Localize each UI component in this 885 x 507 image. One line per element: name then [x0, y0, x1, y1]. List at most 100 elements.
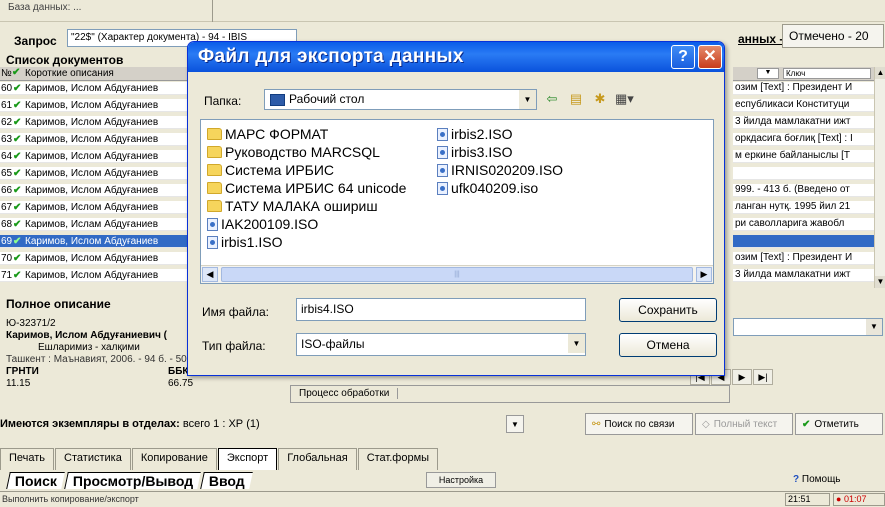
folder-select[interactable]: Рабочий стол ▼: [264, 89, 537, 110]
tab-input[interactable]: Ввод: [200, 471, 253, 489]
table-row-extra[interactable]: [733, 235, 874, 248]
file-item[interactable]: IAK200109.ISO: [207, 216, 318, 232]
check-icon[interactable]: ✔: [13, 202, 25, 213]
table-row[interactable]: 68 ✔ Каримов, Ислам Абдуғаниев: [0, 218, 190, 231]
bbk-value: 66.75: [168, 378, 194, 389]
chevron-down-icon[interactable]: ▼: [506, 415, 524, 433]
table-row-extra[interactable]: [733, 167, 874, 180]
tab-stat-forms[interactable]: Стат.формы: [357, 448, 439, 470]
tab-print[interactable]: Печать: [0, 448, 55, 470]
row-description: Каримов, Ислом Абдуғаниев: [25, 269, 159, 281]
key-field[interactable]: Ключ: [783, 68, 871, 79]
save-button[interactable]: Сохранить: [619, 298, 717, 322]
row-description: Каримов, Ислом Абдуғаниев: [25, 201, 159, 213]
status-time: 21:51: [785, 493, 830, 506]
format-select[interactable]: ▼: [733, 318, 883, 336]
scroll-down-icon[interactable]: ▼: [875, 276, 885, 288]
folder-item[interactable]: МАРС ФОРМАТ: [207, 126, 328, 142]
table-row-extra[interactable]: 3 йилда мамлакатни ижт: [733, 269, 874, 282]
table-row-extra[interactable]: озим [Text] : Президент И: [733, 82, 874, 95]
scroll-thumb[interactable]: |||: [221, 267, 693, 282]
table-row[interactable]: 66 ✔ Каримов, Ислом Абдуғаниев: [0, 184, 190, 197]
table-row[interactable]: 65 ✔ Каримов, Ислом Абдуғаниев: [0, 167, 190, 180]
table-row-extra[interactable]: озим [Text] : Президент И: [733, 252, 874, 265]
close-icon[interactable]: ✕: [698, 45, 722, 69]
table-row-extra[interactable]: ланган нутқ. 1995 йил 21: [733, 201, 874, 214]
chevron-down-icon[interactable]: ▼: [866, 319, 882, 335]
check-icon[interactable]: ✔: [13, 219, 25, 230]
table-row[interactable]: 63 ✔ Каримов, Ислом Абдуғаниев: [0, 133, 190, 146]
view-menu-icon[interactable]: ▦▾: [615, 90, 634, 108]
scroll-right-icon[interactable]: ▶: [696, 267, 712, 282]
folder-item[interactable]: ТАТУ МАЛАКА ошириш: [207, 198, 378, 214]
tab-view-output[interactable]: Просмотр/Вывод: [64, 471, 202, 489]
folder-icon: [207, 164, 222, 176]
last-record-icon[interactable]: ▶|: [753, 369, 773, 385]
help-icon[interactable]: ?: [671, 45, 695, 69]
check-icon[interactable]: ✔: [13, 270, 25, 281]
check-icon[interactable]: ✔: [13, 236, 25, 247]
up-folder-icon[interactable]: ▤: [567, 90, 585, 108]
table-row-extra[interactable]: м еркине байланыслы [Т: [733, 150, 874, 163]
dialog-titlebar[interactable]: Файл для экспорта данных ? ✕: [188, 42, 724, 72]
search-link-button[interactable]: ⚯ Поиск по связи: [585, 413, 693, 435]
row-description: Каримов, Ислом Абдуғаниев: [25, 150, 159, 162]
tab-global[interactable]: Глобальная: [278, 448, 357, 470]
check-icon[interactable]: ✔: [13, 117, 25, 128]
folder-item[interactable]: Система ИРБИС 64 unicode: [207, 180, 406, 196]
list-scrollbar[interactable]: ▲ ▼: [874, 67, 885, 288]
check-icon[interactable]: ✔: [13, 100, 25, 111]
table-row-extra[interactable]: ри саволларига жавобл: [733, 218, 874, 231]
table-row[interactable]: 60 ✔ Каримов, Ислом Абдуғаниев: [0, 82, 190, 95]
back-icon[interactable]: ⇦: [543, 90, 561, 108]
file-icon: [437, 127, 448, 141]
table-row-extra[interactable]: оркдасига боғлиқ [Text] : I: [733, 133, 874, 146]
table-row-extra[interactable]: 999. - 413 б. (Введено от: [733, 184, 874, 197]
folder-item[interactable]: Руководство MARCSQL: [207, 144, 380, 160]
table-row[interactable]: 62 ✔ Каримов, Ислом Абдуғаниев: [0, 116, 190, 129]
table-row-extra[interactable]: 3 йилда мамлакатни ижт: [733, 116, 874, 129]
table-row[interactable]: 64 ✔ Каримов, Ислом Абдуғаниев: [0, 150, 190, 163]
table-row[interactable]: 71 ✔ Каримов, Ислом Абдуғаниев: [0, 269, 190, 282]
scroll-up-icon[interactable]: ▲: [875, 67, 885, 79]
chevron-down-icon[interactable]: ▼: [519, 90, 536, 109]
check-icon[interactable]: ✔: [13, 168, 25, 179]
check-icon[interactable]: ✔: [13, 253, 25, 264]
table-row[interactable]: 61 ✔ Каримов, Ислом Абдуғаниев: [0, 99, 190, 112]
check-icon[interactable]: ✔: [13, 134, 25, 145]
check-icon[interactable]: ✔: [13, 83, 25, 94]
table-row[interactable]: 70 ✔ Каримов, Ислом Абдуғаниев: [0, 252, 190, 265]
mark-button[interactable]: ✔ Отметить: [795, 413, 883, 435]
new-folder-icon[interactable]: ✱: [591, 90, 609, 108]
filename-input[interactable]: irbis4.ISO: [296, 298, 586, 321]
chevron-down-icon[interactable]: ▼: [757, 68, 779, 79]
file-item[interactable]: irbis3.ISO: [437, 144, 512, 160]
file-item[interactable]: IRNIS020209.ISO: [437, 162, 563, 178]
process-label: Процесс обработки: [299, 388, 399, 399]
file-item[interactable]: irbis1.ISO: [207, 234, 282, 250]
file-item[interactable]: irbis2.ISO: [437, 126, 512, 142]
table-row[interactable]: 69 ✔ Каримов, Ислом Абдуғаниев: [0, 235, 190, 248]
settings-button[interactable]: Настройка: [426, 472, 496, 488]
tab-search[interactable]: Поиск: [6, 471, 65, 489]
check-icon[interactable]: ✔: [13, 185, 25, 196]
next-record-icon[interactable]: ▶: [732, 369, 752, 385]
tab-statistics[interactable]: Статистика: [55, 448, 131, 470]
folder-icon: [207, 200, 222, 212]
desc-column-header[interactable]: Короткие описания: [25, 68, 114, 79]
tab-export[interactable]: Экспорт: [217, 448, 278, 470]
chevron-down-icon[interactable]: ▼: [568, 334, 585, 353]
row-number: 71: [1, 269, 13, 281]
file-item[interactable]: ufk040209.iso: [437, 180, 538, 196]
tab-copy[interactable]: Копирование: [131, 448, 217, 470]
scroll-left-icon[interactable]: ◀: [202, 267, 218, 282]
filetype-select[interactable]: ISO-файлы ▼: [296, 333, 586, 356]
table-row-extra[interactable]: еспубликаси Конституци: [733, 99, 874, 112]
horizontal-scrollbar[interactable]: ◀ ||| ▶: [201, 265, 713, 283]
check-icon[interactable]: ✔: [13, 151, 25, 162]
full-text-button[interactable]: ◇ Полный текст: [695, 413, 793, 435]
help-button[interactable]: ? Помощь: [793, 474, 841, 485]
folder-item[interactable]: Система ИРБИС: [207, 162, 334, 178]
cancel-button[interactable]: Отмена: [619, 333, 717, 357]
table-row[interactable]: 67 ✔ Каримов, Ислом Абдуғаниев: [0, 201, 190, 214]
